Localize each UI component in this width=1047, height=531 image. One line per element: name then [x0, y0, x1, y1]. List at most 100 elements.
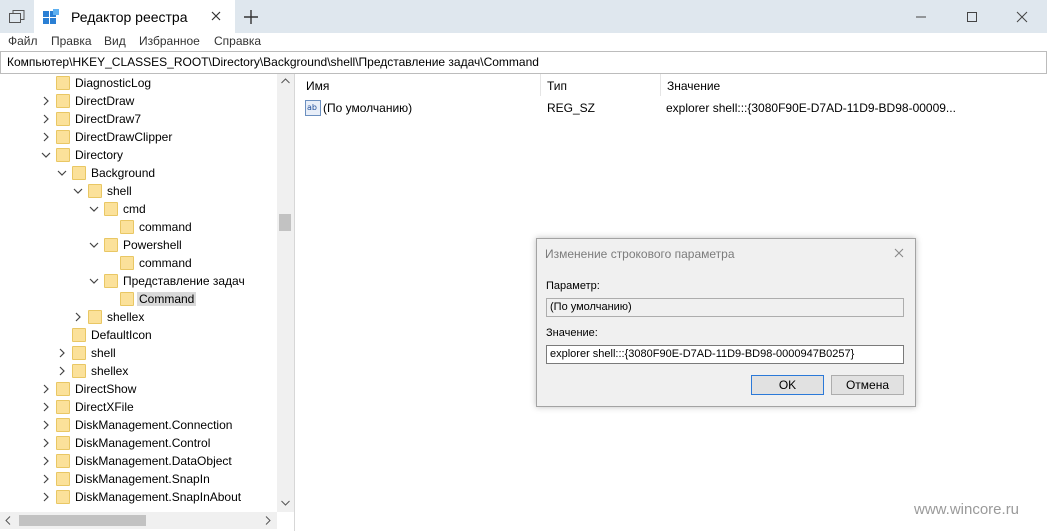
- tree-item-label: Представление задач: [123, 274, 245, 288]
- menu-bar: Файл Правка Вид Избранное Справка: [0, 33, 1047, 51]
- chevron-right-icon[interactable]: [41, 452, 51, 470]
- minimize-button[interactable]: [896, 0, 946, 33]
- tab-registry-editor[interactable]: Редактор реестра: [34, 0, 235, 33]
- menu-edit[interactable]: Правка: [51, 34, 92, 48]
- chevron-down-icon[interactable]: [73, 182, 83, 200]
- tree-item[interactable]: DiskManagement.DataObject: [0, 452, 277, 470]
- chevron-right-icon[interactable]: [41, 434, 51, 452]
- close-icon[interactable]: [892, 246, 906, 260]
- registry-editor-icon: [43, 9, 59, 28]
- tree-item[interactable]: DiskManagement.Connection: [0, 416, 277, 434]
- chevron-down-icon[interactable]: [89, 236, 99, 254]
- scroll-down-icon[interactable]: [281, 500, 290, 506]
- tree-item[interactable]: Powershell: [0, 236, 277, 254]
- address-path: Компьютер\HKEY_CLASSES_ROOT\Directory\Ba…: [7, 55, 539, 69]
- folder-icon: [104, 238, 118, 252]
- tree-item-label: Powershell: [123, 238, 182, 252]
- tree-item[interactable]: DirectShow: [0, 380, 277, 398]
- tree-item-label: DiskManagement.Connection: [75, 418, 233, 432]
- new-tab-icon[interactable]: [243, 9, 259, 25]
- tree-item[interactable]: DirectDraw: [0, 92, 277, 110]
- tree-item[interactable]: shell: [0, 182, 277, 200]
- column-name-label: Имя: [306, 79, 330, 93]
- title-bar: Редактор реестра: [0, 0, 1047, 33]
- chevron-down-icon[interactable]: [89, 200, 99, 218]
- folder-icon: [56, 454, 70, 468]
- chevron-down-icon[interactable]: [57, 164, 67, 182]
- tab-title: Редактор реестра: [71, 9, 188, 25]
- tree-item-label: DirectDraw7: [75, 112, 142, 126]
- tree-item[interactable]: DiagnosticLog: [0, 74, 277, 92]
- tree-item[interactable]: DirectDrawClipper: [0, 128, 277, 146]
- menu-help[interactable]: Справка: [214, 34, 261, 48]
- tree-item[interactable]: DirectXFile: [0, 398, 277, 416]
- chevron-right-icon[interactable]: [41, 128, 51, 146]
- scroll-left-icon[interactable]: [5, 516, 11, 525]
- menu-file[interactable]: Файл: [8, 34, 38, 48]
- tree-vertical-scrollbar[interactable]: [277, 74, 294, 512]
- tree-item[interactable]: command: [0, 218, 277, 236]
- scroll-thumb[interactable]: [279, 214, 291, 231]
- tree-item-label: DefaultIcon: [91, 328, 152, 342]
- close-icon: [1016, 11, 1028, 23]
- tree-item-label: DirectDrawClipper: [75, 130, 173, 144]
- chevron-right-icon[interactable]: [41, 470, 51, 488]
- tree-item-label: Directory: [75, 148, 124, 162]
- column-header-type[interactable]: Тип: [541, 74, 661, 96]
- close-tab-icon[interactable]: [209, 9, 223, 23]
- folder-icon: [120, 256, 134, 270]
- tree-item[interactable]: shell: [0, 344, 277, 362]
- tree-item-label: DiagnosticLog: [75, 76, 152, 90]
- chevron-right-icon[interactable]: [73, 308, 83, 326]
- maximize-button[interactable]: [947, 0, 997, 33]
- chevron-right-icon[interactable]: [41, 110, 51, 128]
- chevron-right-icon[interactable]: [41, 488, 51, 506]
- folder-icon: [56, 418, 70, 432]
- folder-icon: [72, 364, 86, 378]
- folder-icon: [56, 130, 70, 144]
- scroll-thumb-horizontal[interactable]: [19, 515, 146, 526]
- chevron-down-icon[interactable]: [41, 146, 51, 164]
- chevron-right-icon[interactable]: [41, 416, 51, 434]
- tab-actions-button[interactable]: [0, 0, 33, 33]
- tree-item[interactable]: Command: [0, 290, 277, 308]
- menu-favorites[interactable]: Избранное: [139, 34, 200, 48]
- close-button[interactable]: [997, 0, 1047, 33]
- tree-item[interactable]: DiskManagement.Control: [0, 434, 277, 452]
- tree-item[interactable]: Background: [0, 164, 277, 182]
- tree-item[interactable]: shellex: [0, 362, 277, 380]
- tree-item[interactable]: Directory: [0, 146, 277, 164]
- tree-item[interactable]: command: [0, 254, 277, 272]
- folder-icon: [56, 94, 70, 108]
- dialog-title: Изменение строкового параметра: [545, 247, 735, 261]
- scroll-right-icon[interactable]: [265, 516, 271, 525]
- cancel-button[interactable]: Отмена: [831, 375, 904, 395]
- param-label: Параметр:: [546, 280, 600, 292]
- tree-item[interactable]: DiskManagement.SnapIn: [0, 470, 277, 488]
- address-bar[interactable]: Компьютер\HKEY_CLASSES_ROOT\Directory\Ba…: [0, 51, 1047, 74]
- column-header-value[interactable]: Значение: [661, 74, 1046, 96]
- tree-item[interactable]: DefaultIcon: [0, 326, 277, 344]
- tree-item[interactable]: DiskManagement.SnapInAbout: [0, 488, 277, 506]
- chevron-right-icon[interactable]: [57, 362, 67, 380]
- chevron-right-icon[interactable]: [41, 398, 51, 416]
- table-row[interactable]: ab (По умолчанию) REG_SZ explorer shell:…: [300, 99, 1000, 117]
- chevron-down-icon[interactable]: [89, 272, 99, 290]
- tree-item[interactable]: Представление задач: [0, 272, 277, 290]
- chevron-right-icon[interactable]: [41, 380, 51, 398]
- tree-item[interactable]: cmd: [0, 200, 277, 218]
- tree-item-label: DiskManagement.SnapInAbout: [75, 490, 242, 504]
- column-header-name[interactable]: Имя: [300, 74, 541, 96]
- value-data-input[interactable]: explorer shell:::{3080F90E-D7AD-11D9-BD9…: [546, 345, 904, 364]
- folder-icon: [56, 112, 70, 126]
- tree-item-label: command: [139, 256, 192, 270]
- scroll-up-icon[interactable]: [281, 78, 290, 84]
- tree-item[interactable]: shellex: [0, 308, 277, 326]
- folder-icon: [104, 202, 118, 216]
- chevron-right-icon[interactable]: [57, 344, 67, 362]
- menu-view[interactable]: Вид: [104, 34, 126, 48]
- chevron-right-icon[interactable]: [41, 92, 51, 110]
- ok-button[interactable]: OK: [751, 375, 824, 395]
- tree-horizontal-scrollbar[interactable]: [0, 512, 277, 529]
- tree-item[interactable]: DirectDraw7: [0, 110, 277, 128]
